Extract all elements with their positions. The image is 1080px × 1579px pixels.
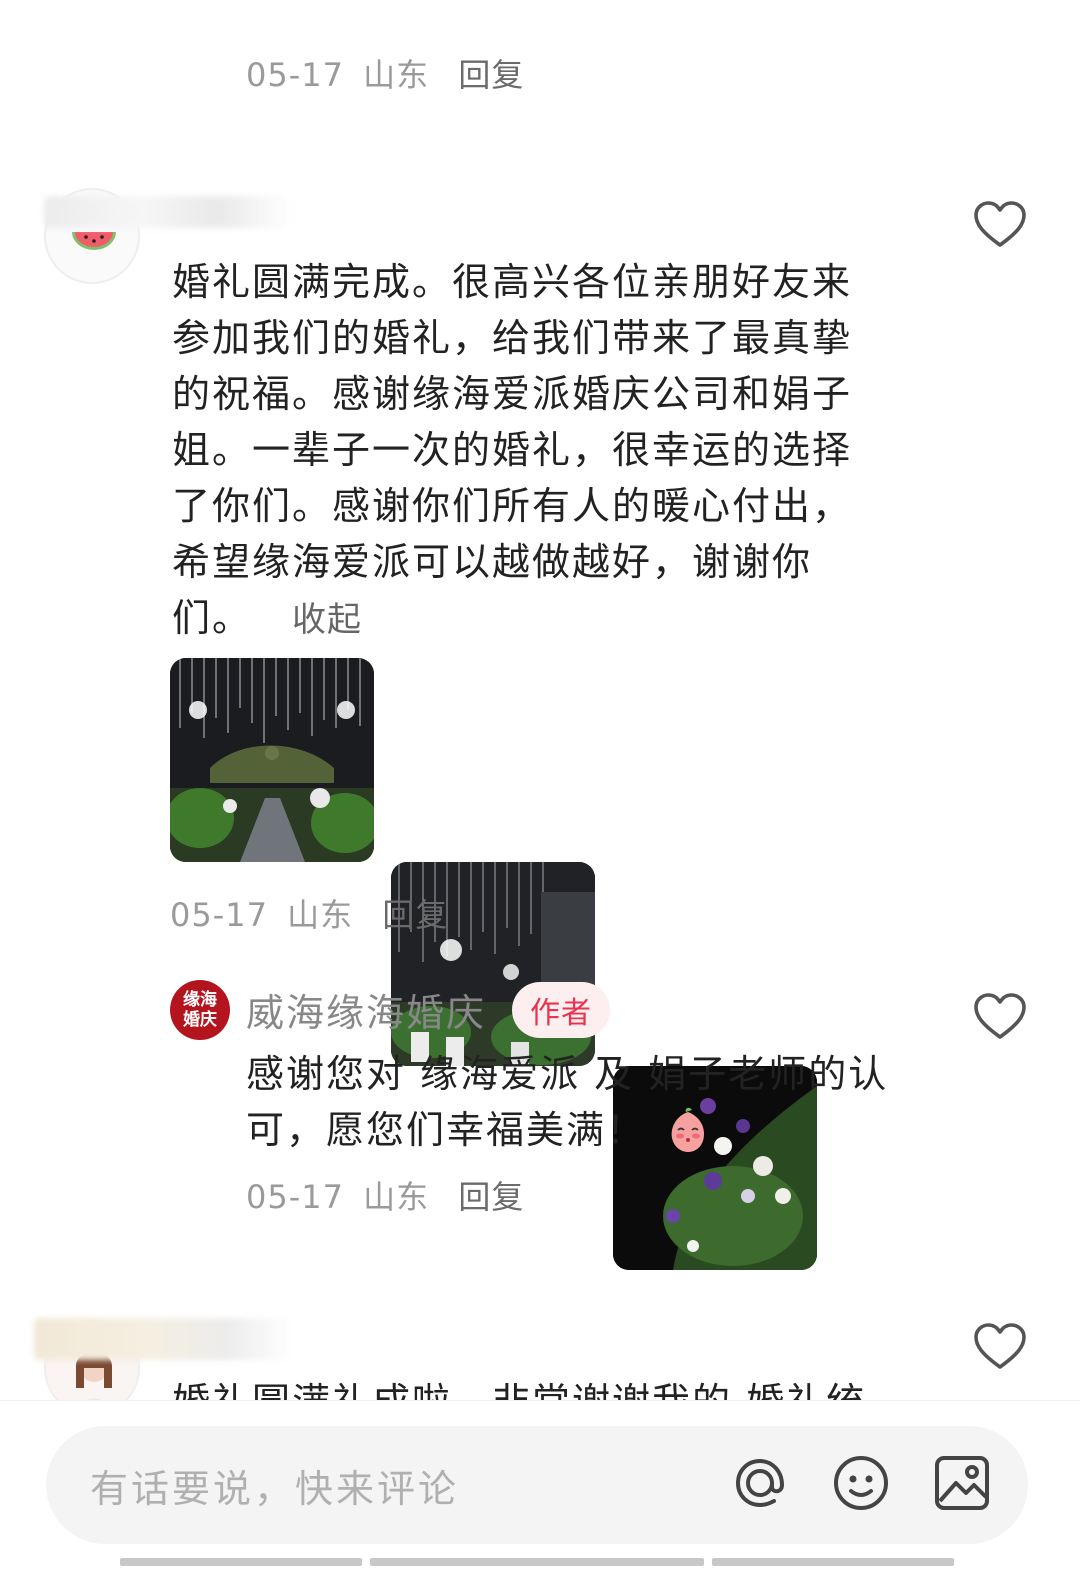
reply-line: 感谢您对 缘海爱派 及 娟子老师的认 (246, 1052, 889, 1096)
logo-text: 婚庆 (183, 1010, 217, 1030)
comment-line: 婚礼圆满完成。很高兴各位亲朋好友来 (172, 260, 853, 304)
home-indicator (712, 1558, 954, 1566)
reply-button[interactable]: 回复 (382, 896, 448, 934)
author-avatar[interactable]: 缘海 婚庆 (170, 980, 230, 1040)
comment-image-1[interactable] (170, 658, 374, 862)
like-heart-icon[interactable] (972, 198, 1028, 250)
like-heart-icon[interactable] (972, 990, 1028, 1042)
author-reply-text: 感谢您对 缘海爱派 及 娟子老师的认 可，愿您们幸福美满！ (246, 1046, 946, 1158)
comment-line: 姐。一辈子一次的婚礼，很幸运的选择 (172, 428, 853, 472)
comment-line: 希望缘海爱派可以越做越好，谢谢你 (172, 540, 813, 584)
comment-line: 参加我们的婚礼，给我们带来了最真挚 (172, 316, 853, 360)
logo-text: 缘海 (183, 990, 217, 1010)
comment-meta: 05-17 山东 回复 (170, 890, 448, 936)
comment-line: 的祝福。感谢缘海爱派婚庆公司和娟子 (172, 372, 853, 416)
blushing-peach-emoji (671, 1107, 704, 1152)
comment-date: 05-17 (246, 1178, 344, 1216)
comment-input-placeholder[interactable]: 有话要说，快来评论 (90, 1458, 459, 1513)
home-indicator (370, 1558, 704, 1566)
comment-location: 山东 (363, 1178, 430, 1216)
comment-date: 05-17 (246, 56, 344, 94)
comment-line: 了你们。感谢你们所有人的暖心付出， (172, 484, 853, 528)
username-blurred[interactable] (34, 1318, 292, 1360)
at-icon[interactable] (730, 1453, 790, 1513)
author-badge: 作者 (512, 982, 610, 1038)
image-icon[interactable] (932, 1453, 992, 1513)
home-indicator (120, 1558, 362, 1566)
comment-date: 05-17 (170, 896, 268, 934)
comment-line: 们。 收起 (172, 596, 363, 640)
emoji-icon[interactable] (831, 1453, 891, 1513)
prev-reply-meta: 05-17 山东 回复 (246, 50, 524, 96)
like-heart-icon[interactable] (972, 1320, 1028, 1372)
comment-text: 婚礼圆满完成。很高兴各位亲朋好友来 参加我们的婚礼，给我们带来了最真挚 的祝福。… (172, 254, 932, 648)
comment-location: 山东 (363, 56, 430, 94)
reply-line: 可，愿您们幸福美满！ (246, 1102, 946, 1158)
reply-button[interactable]: 回复 (458, 1178, 524, 1216)
reply-button[interactable]: 回复 (458, 56, 524, 94)
username-blurred[interactable] (44, 196, 292, 228)
author-name[interactable]: 威海缘海婚庆 (246, 982, 486, 1037)
author-reply-meta: 05-17 山东 回复 (246, 1172, 524, 1218)
collapse-button[interactable]: 收起 (292, 600, 362, 640)
comment-location: 山东 (287, 896, 354, 934)
